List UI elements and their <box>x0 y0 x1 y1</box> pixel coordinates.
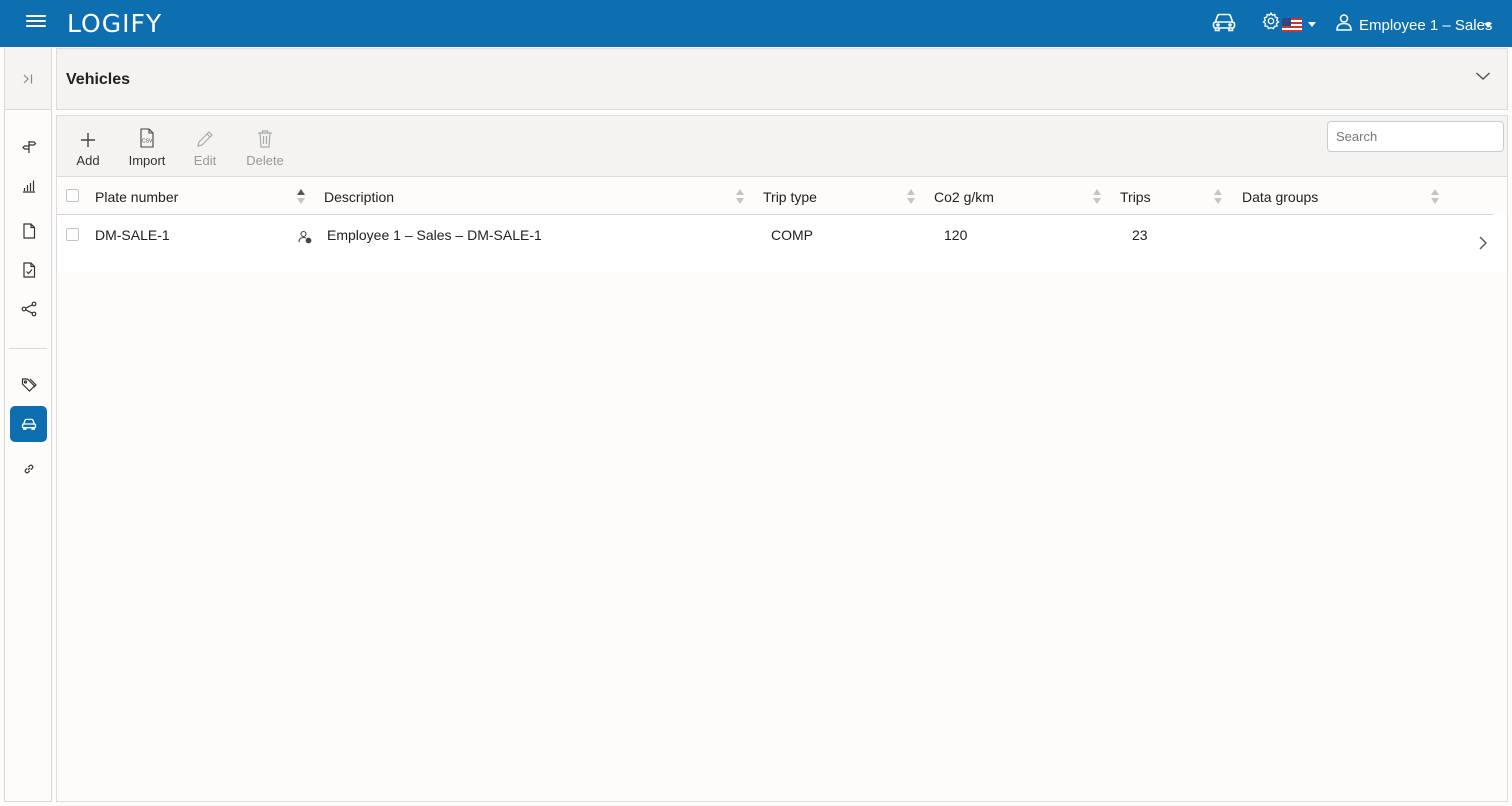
document-check-icon <box>22 262 35 278</box>
us-flag-icon[interactable] <box>1282 18 1302 32</box>
top-bar: LOGIFY Employee 1 – Sales <box>0 0 1512 47</box>
menu-icon[interactable] <box>26 12 46 32</box>
sort-trips-icon[interactable] <box>1214 189 1222 205</box>
bar-chart-icon <box>22 180 35 193</box>
sidebar-item-reports[interactable] <box>10 168 47 204</box>
sort-data-groups-icon[interactable] <box>1431 189 1439 205</box>
link-icon <box>24 464 33 474</box>
app-logo[interactable]: LOGIFY <box>67 9 162 38</box>
document-icon <box>22 223 35 239</box>
chevron-right-icon[interactable] <box>1478 235 1488 251</box>
column-trip-type[interactable]: Trip type <box>763 189 817 205</box>
vehicles-panel: Add CSV Import Edit Delete Plate number … <box>56 115 1508 802</box>
sidebar-divider <box>9 348 47 349</box>
sidebar-item-documents[interactable] <box>10 213 47 249</box>
pencil-icon <box>197 131 213 147</box>
car-icon <box>21 418 36 430</box>
plus-icon <box>81 133 95 147</box>
cell-trips: 23 <box>1132 227 1148 243</box>
expand-sidebar-icon <box>23 74 33 83</box>
edit-button[interactable]: Edit <box>193 124 217 168</box>
trash-icon <box>258 130 272 148</box>
tags-icon <box>21 378 37 392</box>
table-row[interactable]: DM-SALE-1 Employee 1 – Sales – DM-SALE-1… <box>57 215 1507 272</box>
cell-plate-number: DM-SALE-1 <box>95 227 170 243</box>
add-label: Add <box>76 153 100 168</box>
sidebar-item-tags[interactable] <box>10 367 47 403</box>
sidebar-item-vehicles[interactable] <box>10 406 47 442</box>
settings-icon[interactable] <box>1261 11 1281 31</box>
row-checkbox[interactable] <box>66 228 79 241</box>
sort-plate-number-icon[interactable] <box>297 189 305 205</box>
import-label: Import <box>128 153 166 168</box>
csv-file-icon: CSV <box>140 128 154 148</box>
column-data-groups[interactable]: Data groups <box>1242 189 1318 205</box>
sidebar <box>4 48 52 802</box>
page-title: Vehicles <box>66 71 131 88</box>
user-caret-icon[interactable] <box>1484 23 1492 28</box>
signpost-icon <box>21 141 36 153</box>
sidebar-item-share[interactable] <box>10 291 47 327</box>
sidebar-item-links[interactable] <box>10 451 47 487</box>
toolbar: Add CSV Import Edit Delete <box>57 116 1507 177</box>
assigned-user-icon <box>298 230 312 244</box>
sidebar-item-approvals[interactable] <box>10 252 47 288</box>
sort-trip-type-icon[interactable] <box>907 189 915 205</box>
cell-description: Employee 1 – Sales – DM-SALE-1 <box>327 227 542 243</box>
delete-button[interactable]: Delete <box>245 124 285 168</box>
share-icon <box>21 301 36 317</box>
sidebar-item-trips[interactable] <box>10 128 47 164</box>
user-icon[interactable] <box>1335 13 1353 31</box>
sort-description-icon[interactable] <box>736 189 744 205</box>
column-plate-number[interactable]: Plate number <box>95 189 178 205</box>
page-header: Vehicles <box>56 48 1508 110</box>
column-co2[interactable]: Co2 g/km <box>934 189 994 205</box>
language-caret-icon[interactable] <box>1308 22 1316 27</box>
cell-trip-type: COMP <box>771 227 813 243</box>
column-description[interactable]: Description <box>324 189 394 205</box>
edit-label: Edit <box>193 153 217 168</box>
import-button[interactable]: CSV Import <box>127 124 167 168</box>
select-all-checkbox[interactable] <box>66 189 79 202</box>
delete-label: Delete <box>246 153 284 168</box>
table-header: Plate number Description Trip type Co2 g… <box>57 177 1493 215</box>
column-trips[interactable]: Trips <box>1120 189 1151 205</box>
user-menu[interactable]: Employee 1 – Sales <box>1359 17 1492 34</box>
sort-co2-icon[interactable] <box>1093 189 1101 205</box>
add-button[interactable]: Add <box>75 124 101 168</box>
car-icon[interactable] <box>1211 11 1237 33</box>
search-input[interactable] <box>1327 121 1504 152</box>
chevron-down-icon[interactable] <box>1475 71 1491 81</box>
cell-co2: 120 <box>944 227 968 243</box>
csv-badge: CSV <box>142 139 153 145</box>
sidebar-toggle-button[interactable] <box>5 48 51 110</box>
